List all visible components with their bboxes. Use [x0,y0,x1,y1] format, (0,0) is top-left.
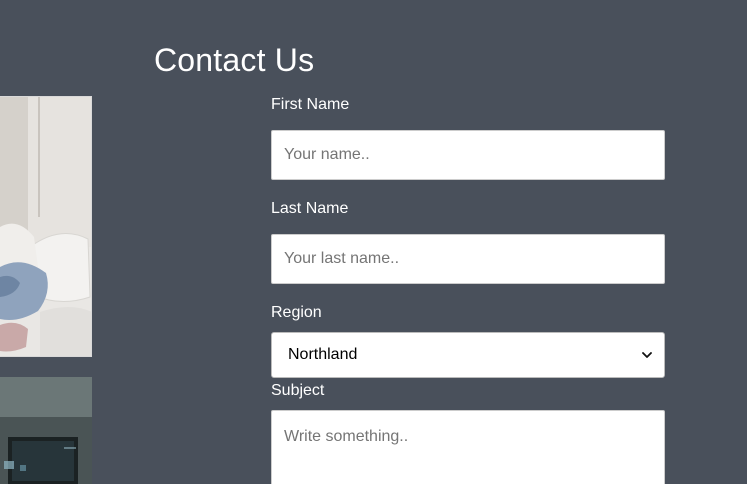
region-select[interactable]: Northland [271,332,665,378]
first-name-label: First Name [271,96,350,113]
bedroom-photo-art [0,97,91,356]
last-name-label: Last Name [271,200,349,217]
contact-page: Contact Us First Name Last Name Region N… [0,0,747,484]
region-selected-value: Northland [288,346,358,363]
page-title: Contact Us [154,42,315,78]
first-name-input[interactable] [271,130,665,180]
subject-label: Subject [271,382,325,399]
laptop-photo [0,377,92,484]
bedroom-photo [0,96,92,357]
last-name-input[interactable] [271,234,665,284]
chevron-down-icon [640,348,654,362]
subject-textarea[interactable] [271,410,665,484]
region-label: Region [271,304,322,321]
laptop-photo-art [0,377,92,484]
